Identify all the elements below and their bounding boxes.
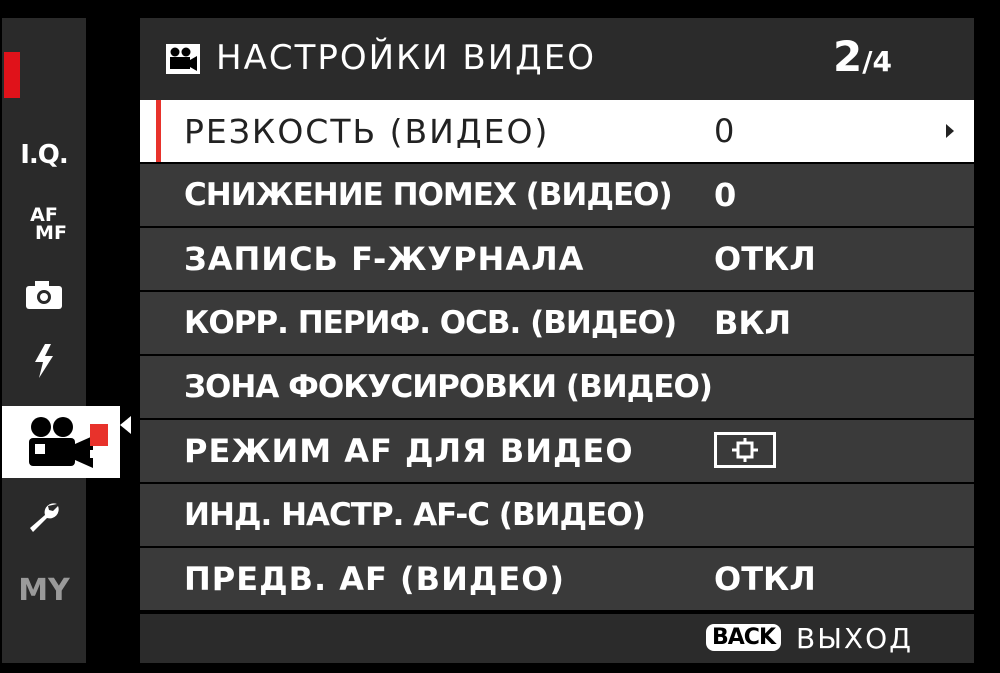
tab-page-indicator (90, 412, 110, 472)
menu-item-f-log-recording[interactable]: ЗАПИСЬ F-ЖУРНАЛА ОТКЛ (140, 228, 974, 290)
lightning-icon (35, 344, 53, 378)
tab-strip-red-marker (4, 52, 20, 98)
movie-camera-icon (29, 417, 93, 468)
tab-image-quality[interactable]: I.Q. (2, 130, 86, 180)
menu-item-value: 0 (714, 176, 737, 214)
menu-item-label: ПРЕДВ. AF (ВИДЕО) (184, 560, 566, 598)
page-total: /4 (862, 45, 892, 78)
tab-mf-label: MF (35, 222, 67, 244)
menu-tab-strip: I.Q. AF MF MY (2, 18, 120, 663)
tab-shooting[interactable] (2, 270, 86, 320)
menu-item-sharpness-movie[interactable]: РЕЗКОСТЬ (ВИДЕО) 0 (140, 100, 974, 162)
tab-flash[interactable] (2, 336, 86, 386)
selection-accent-bar (156, 100, 161, 162)
back-button-badge[interactable]: BACK (706, 624, 781, 651)
camera-icon (26, 281, 62, 309)
menu-item-label: ЗОНА ФОКУСИРОВКИ (ВИДЕО) (184, 369, 713, 405)
page-pip (90, 412, 108, 420)
menu-item-pre-af-movie[interactable]: ПРЕДВ. AF (ВИДЕО) ОТКЛ (140, 548, 974, 610)
menu-item-label: ИНД. НАСТР. AF-C (ВИДЕО) (184, 497, 646, 533)
af-area-icon (714, 432, 776, 468)
menu-item-peripheral-light-correction-movie[interactable]: КОРР. ПЕРИФ. ОСВ. (ВИДЕО) ВКЛ (140, 292, 974, 354)
exit-label: ВЫХОД (796, 622, 914, 655)
tab-af-mf[interactable]: AF MF (2, 194, 86, 254)
page-current: 2 (833, 32, 863, 81)
movie-camera-icon (166, 44, 200, 74)
menu-list: РЕЗКОСТЬ (ВИДЕО) 0 СНИЖЕНИЕ ПОМЕХ (ВИДЕО… (140, 100, 974, 612)
page-counter: 2/4 (833, 32, 892, 81)
menu-item-label: КОРР. ПЕРИФ. ОСВ. (ВИДЕО) (184, 305, 677, 341)
menu-item-label: РЕЗКОСТЬ (ВИДЕО) (184, 111, 550, 151)
menu-footer: BACK ВЫХОД (140, 614, 974, 663)
menu-item-value: ВКЛ (714, 304, 792, 342)
menu-item-af-c-custom-settings-movie[interactable]: ИНД. НАСТР. AF-C (ВИДЕО) (140, 484, 974, 546)
menu-item-value: ОТКЛ (714, 240, 816, 278)
page-pip (90, 450, 108, 458)
menu-item-noise-reduction-movie[interactable]: СНИЖЕНИЕ ПОМЕХ (ВИДЕО) 0 (140, 164, 974, 226)
wrench-icon (30, 503, 59, 532)
menu-item-label: СНИЖЕНИЕ ПОМЕХ (ВИДЕО) (184, 177, 673, 213)
menu-item-value: ОТКЛ (714, 560, 816, 598)
chevron-right-icon (946, 124, 954, 138)
menu-item-label: ЗАПИСЬ F-ЖУРНАЛА (184, 240, 585, 278)
menu-item-focus-area-movie[interactable]: ЗОНА ФОКУСИРОВКИ (ВИДЕО) (140, 356, 974, 418)
page-title: НАСТРОЙКИ ВИДЕО (216, 38, 596, 78)
tab-my-menu[interactable]: MY (2, 563, 86, 617)
menu-header: НАСТРОЙКИ ВИДЕО 2/4 (140, 18, 974, 100)
menu-item-label: РЕЖИМ AF ДЛЯ ВИДЕО (184, 432, 634, 470)
selected-tab-pointer (120, 416, 131, 434)
menu-item-movie-af-mode[interactable]: РЕЖИМ AF ДЛЯ ВИДЕО (140, 420, 974, 482)
tab-setup[interactable] (2, 492, 86, 542)
page-pip-current (90, 424, 108, 446)
menu-item-value: 0 (714, 112, 735, 150)
